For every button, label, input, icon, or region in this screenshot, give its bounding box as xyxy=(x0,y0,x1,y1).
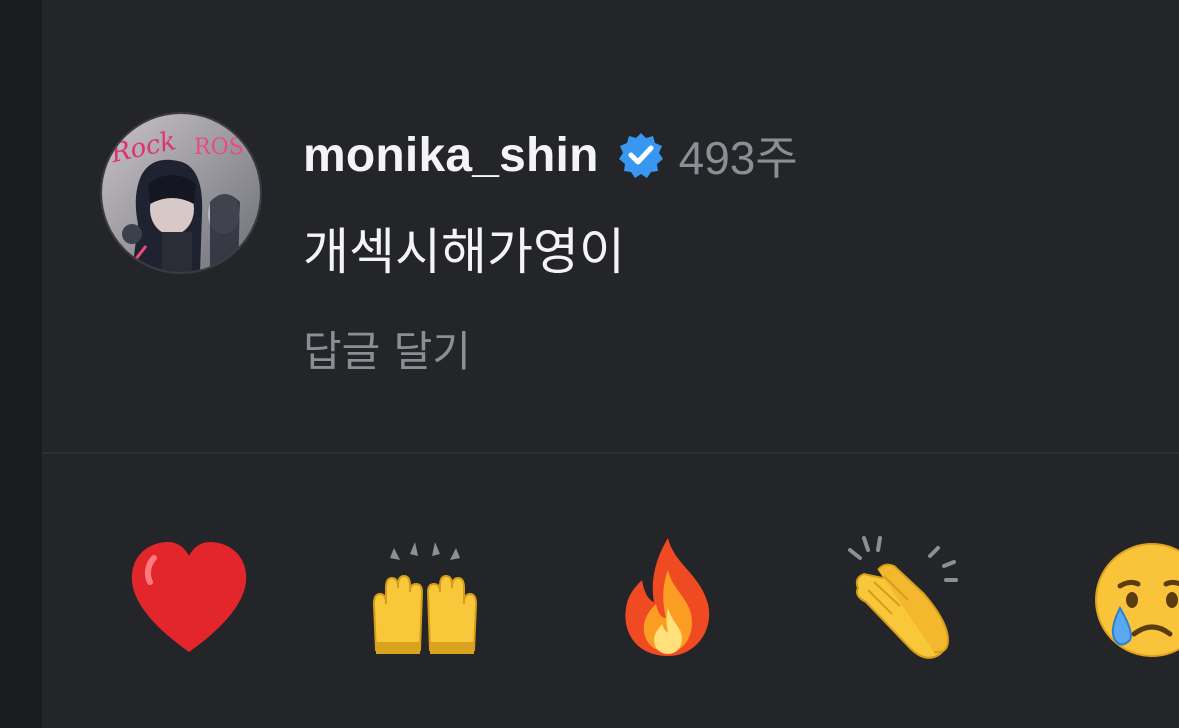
comment-text: 개섹시해가영이 xyxy=(303,223,625,281)
reaction-crying-face[interactable] xyxy=(1086,530,1179,670)
reaction-raising-hands[interactable] xyxy=(360,530,490,670)
clapping-hands-icon xyxy=(848,536,958,659)
avatar[interactable]: Rock ROS xyxy=(100,112,262,274)
raising-hands-icon xyxy=(372,542,478,654)
fire-icon xyxy=(625,538,710,656)
reaction-fire[interactable] xyxy=(604,530,734,670)
comment-age: 493주 xyxy=(678,132,798,184)
reaction-heart[interactable] xyxy=(124,530,254,670)
left-edge-strip xyxy=(0,0,42,728)
red-heart-icon xyxy=(131,542,247,652)
verified-badge-icon xyxy=(617,131,665,179)
username[interactable]: monika_shin xyxy=(303,128,599,183)
crying-face-icon xyxy=(1095,543,1179,657)
reaction-clapping[interactable] xyxy=(844,530,974,670)
svg-text:ROS: ROS xyxy=(194,135,244,160)
comment-header: monika_shin 493주 xyxy=(303,124,798,186)
reply-button[interactable]: 답글 달기 xyxy=(303,318,471,379)
divider xyxy=(42,452,1179,454)
